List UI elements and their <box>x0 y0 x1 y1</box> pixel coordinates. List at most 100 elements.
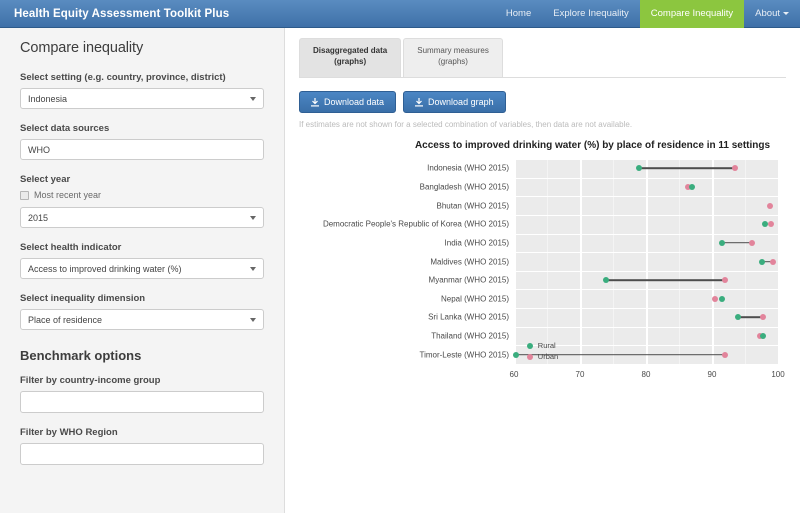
nav-item-explore-inequality[interactable]: Explore Inequality <box>542 0 640 28</box>
chevron-down-icon <box>250 317 256 322</box>
label-select-health-indicator: Select health indicator <box>20 242 122 253</box>
data-point-urban[interactable] <box>732 165 739 172</box>
chart-legend: Rural Urban <box>299 341 786 365</box>
y-axis-category-label: Myanmar (WHO 2015) <box>428 275 509 285</box>
chevron-down-icon <box>250 215 256 220</box>
select-setting-dropdown[interactable]: Indonesia <box>20 88 264 109</box>
chevron-down-icon <box>783 11 789 15</box>
tab-summary-measures-line1: Summary measures <box>417 46 489 55</box>
select-year-value: 2015 <box>28 212 49 223</box>
select-inequality-dimension-dropdown[interactable]: Place of residence <box>20 309 264 330</box>
nav-item-compare-inequality-label: Compare Inequality <box>650 8 734 19</box>
x-axis-tick-label: 70 <box>575 370 585 379</box>
x-axis-tick-label: 60 <box>509 370 519 379</box>
select-setting-value: Indonesia <box>28 93 68 104</box>
y-axis-category-label: Bangladesh (WHO 2015) <box>419 182 509 192</box>
select-health-indicator-dropdown[interactable]: Access to improved drinking water (%) <box>20 258 264 279</box>
legend-swatch-icon <box>526 353 533 360</box>
select-data-sources-value: WHO <box>28 144 50 155</box>
select-year-dropdown[interactable]: 2015 <box>20 207 264 228</box>
download-data-button-label: Download data <box>324 97 385 107</box>
nav-item-about[interactable]: About <box>744 0 800 28</box>
y-axis-category-label: Thailand (WHO 2015) <box>431 331 509 341</box>
download-graph-button-label: Download graph <box>428 97 494 107</box>
filter-country-income-group-input[interactable] <box>20 391 264 413</box>
data-point-rural[interactable] <box>689 183 696 190</box>
y-axis-category-label: Indonesia (WHO 2015) <box>427 163 509 173</box>
benchmark-options-title: Benchmark options <box>20 348 142 363</box>
filter-who-region-input[interactable] <box>20 443 264 465</box>
tab-bar: Disaggregated data (graphs) Summary meas… <box>299 38 786 78</box>
download-icon <box>415 97 424 107</box>
data-point-urban[interactable] <box>760 314 767 321</box>
data-point-rural[interactable] <box>762 221 769 228</box>
data-point-urban[interactable] <box>722 277 729 284</box>
nav-menu: Home Explore Inequality Compare Inequali… <box>495 0 800 28</box>
chevron-down-icon <box>250 266 256 271</box>
page-body: Compare inequality Select setting (e.g. … <box>0 28 800 513</box>
tab-summary-measures-graphs[interactable]: Summary measures (graphs) <box>403 38 503 77</box>
data-point-rural[interactable] <box>735 314 742 321</box>
data-point-rural[interactable] <box>718 239 725 246</box>
label-select-setting: Select setting (e.g. country, province, … <box>20 72 226 83</box>
select-inequality-dimension-value: Place of residence <box>28 314 103 325</box>
download-button-row: Download data Download graph <box>299 91 786 113</box>
nav-item-about-label: About <box>755 8 780 19</box>
sidebar-panel: Compare inequality Select setting (e.g. … <box>0 28 285 513</box>
y-axis-category-label: Democratic People's Republic of Korea (W… <box>322 219 509 229</box>
top-navbar: Health Equity Assessment Toolkit Plus Ho… <box>0 0 800 28</box>
legend-label: Rural <box>537 341 556 350</box>
chart-container: Access to improved drinking water (%) by… <box>299 139 786 394</box>
data-point-urban[interactable] <box>769 258 776 265</box>
tab-disaggregated-data-line2: (graphs) <box>334 57 367 66</box>
select-data-sources-input[interactable]: WHO <box>20 139 264 160</box>
y-axis-category-label: Sri Lanka (WHO 2015) <box>428 312 509 322</box>
data-point-rural[interactable] <box>718 295 725 302</box>
y-axis-category-label: Bhutan (WHO 2015) <box>436 201 509 211</box>
connector-line <box>639 167 736 170</box>
x-axis-tick-label: 90 <box>707 370 717 379</box>
chevron-down-icon <box>250 96 256 101</box>
download-graph-button[interactable]: Download graph <box>403 91 506 113</box>
legend-swatch-icon <box>526 342 533 349</box>
most-recent-year-checkbox-row[interactable]: Most recent year <box>20 190 264 200</box>
tab-summary-measures-line2: (graphs) <box>438 57 468 66</box>
nav-item-compare-inequality[interactable]: Compare Inequality <box>639 0 745 28</box>
download-icon <box>311 97 319 107</box>
app-brand-title: Health Equity Assessment Toolkit Plus <box>14 8 230 20</box>
select-health-indicator-value: Access to improved drinking water (%) <box>28 263 182 274</box>
data-point-rural[interactable] <box>636 165 643 172</box>
data-point-urban[interactable] <box>748 239 755 246</box>
main-content: Disaggregated data (graphs) Summary meas… <box>285 28 800 513</box>
data-point-rural[interactable] <box>759 333 766 340</box>
nav-item-home[interactable]: Home <box>495 0 542 28</box>
data-point-urban[interactable] <box>712 295 719 302</box>
data-point-rural[interactable] <box>603 277 610 284</box>
label-select-data-sources: Select data sources <box>20 123 110 134</box>
nav-item-home-label: Home <box>505 8 532 19</box>
y-axis-category-label: India (WHO 2015) <box>444 238 509 248</box>
label-select-inequality-dimension: Select inequality dimension <box>20 293 146 304</box>
data-point-urban[interactable] <box>767 202 774 209</box>
label-filter-who-region: Filter by WHO Region <box>20 427 118 438</box>
x-axis-tick-label: 100 <box>771 370 785 379</box>
data-point-rural[interactable] <box>759 258 766 265</box>
checkbox-icon[interactable] <box>20 190 29 200</box>
x-axis-tick-label: 80 <box>641 370 651 379</box>
label-filter-country-income-group: Filter by country-income group <box>20 375 161 386</box>
chart-title: Access to improved drinking water (%) by… <box>414 140 771 151</box>
data-availability-note: If estimates are not shown for a selecte… <box>299 120 633 129</box>
data-point-urban[interactable] <box>768 221 775 228</box>
legend-item[interactable]: Rural <box>526 341 558 350</box>
sidebar-title: Compare inequality <box>20 40 144 56</box>
y-axis-category-label: Nepal (WHO 2015) <box>440 294 509 304</box>
label-select-year: Select year <box>20 174 71 185</box>
tab-disaggregated-data-graphs[interactable]: Disaggregated data (graphs) <box>299 38 402 77</box>
download-data-button[interactable]: Download data <box>299 91 397 113</box>
legend-label: Urban <box>537 352 559 361</box>
tab-disaggregated-data-line1: Disaggregated data <box>313 46 388 55</box>
connector-line <box>606 279 726 281</box>
y-axis-category-label: Maldives (WHO 2015) <box>430 257 509 266</box>
nav-item-explore-inequality-label: Explore Inequality <box>553 8 629 19</box>
legend-item[interactable]: Urban <box>526 352 559 361</box>
